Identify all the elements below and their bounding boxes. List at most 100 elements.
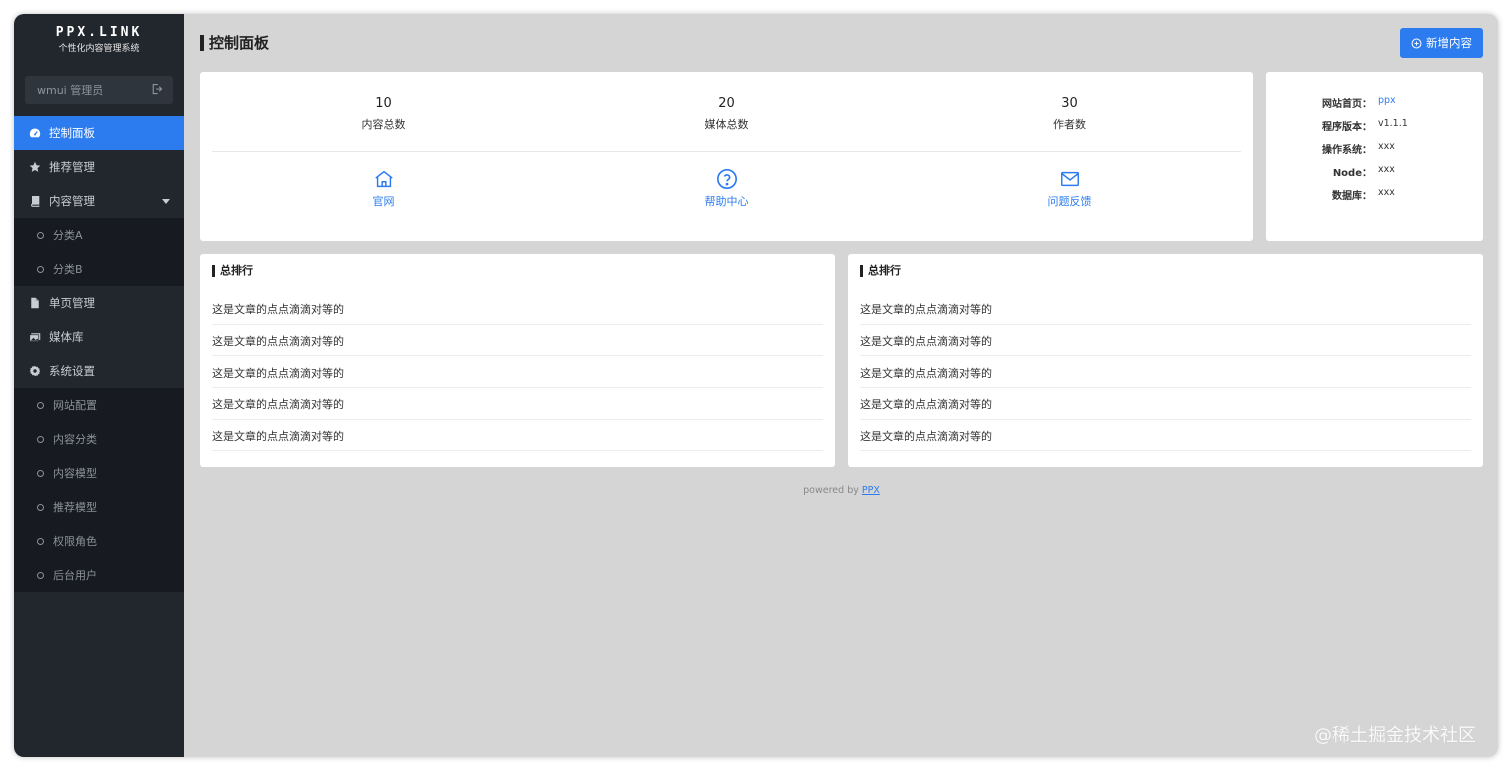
- ranking-item[interactable]: 这是文章的点点滴滴对等的: [860, 356, 1471, 389]
- page-title: 控制面板: [200, 35, 269, 51]
- sidebar-item-label: 媒体库: [49, 330, 84, 344]
- stat-media-total: 20 媒体总数: [555, 72, 898, 151]
- info-key: 操作系统：: [1322, 145, 1372, 156]
- sidebar-subitem-label: 分类A: [53, 229, 83, 242]
- footer-link[interactable]: PPX: [862, 485, 880, 496]
- link-label: 官网: [372, 195, 395, 208]
- sidebar-subitem-category-b[interactable]: 分类B: [14, 252, 184, 286]
- stat-content-total: 10 内容总数: [212, 72, 555, 151]
- ranking-item[interactable]: 这是文章的点点滴滴对等的: [212, 388, 823, 420]
- sidebar-item-dashboard[interactable]: 控制面板: [14, 116, 184, 150]
- sidebar-subitem-recommend-model[interactable]: 推荐模型: [14, 490, 184, 524]
- stat-author-count: 30 作者数: [898, 72, 1241, 151]
- sidebar-subitem-label: 权限角色: [53, 535, 97, 548]
- plus-circle-icon: [1411, 38, 1422, 48]
- stat-value: 30: [1061, 96, 1078, 111]
- stat-label: 作者数: [1053, 118, 1086, 131]
- overview-row: 10 内容总数 20 媒体总数 30 作者数 官网 帮助中心 问题反馈 网站首页…: [200, 72, 1483, 241]
- brand-subtitle: 个性化内容管理系统: [58, 44, 140, 54]
- star-icon: [28, 160, 42, 174]
- stats-row: 10 内容总数 20 媒体总数 30 作者数: [212, 72, 1241, 152]
- info-value: xxx: [1378, 187, 1395, 198]
- stat-label: 内容总数: [361, 118, 406, 131]
- link-website[interactable]: 官网: [212, 152, 555, 240]
- homepage-link[interactable]: ppx: [1378, 95, 1396, 118]
- images-icon: [28, 330, 42, 344]
- sidebar-item-recommend[interactable]: 推荐管理: [14, 150, 184, 184]
- footer-text: powered by: [803, 485, 859, 496]
- brand: PPX.LINK 个性化内容管理系统: [14, 14, 184, 76]
- rankings-row: 总排行 这是文章的点点滴滴对等的 这是文章的点点滴滴对等的 这是文章的点点滴滴对…: [200, 254, 1483, 467]
- info-row-os: 操作系统： xxx: [1266, 141, 1483, 164]
- sidebar-item-label: 单页管理: [49, 296, 95, 310]
- sidebar-subitem-label: 内容模型: [53, 467, 97, 480]
- link-feedback[interactable]: 问题反馈: [898, 152, 1241, 240]
- sidebar-subitem-site-config[interactable]: 网站配置: [14, 388, 184, 422]
- circle-icon: [37, 469, 44, 477]
- sidebar-subitem-label: 推荐模型: [53, 501, 97, 514]
- help-circle-icon: [716, 169, 737, 189]
- ranking-item[interactable]: 这是文章的点点滴滴对等的: [860, 420, 1471, 452]
- file-icon: [28, 296, 42, 310]
- logout-icon[interactable]: [151, 83, 163, 98]
- watermark: @稀土掘金技术社区: [1314, 725, 1476, 746]
- circle-icon: [37, 571, 44, 579]
- chevron-down-icon: [162, 198, 170, 204]
- sidebar-item-media[interactable]: 媒体库: [14, 320, 184, 354]
- ranking-card-right: 总排行 这是文章的点点滴滴对等的 这是文章的点点滴滴对等的 这是文章的点点滴滴对…: [848, 254, 1483, 467]
- ranking-title: 总排行: [212, 265, 823, 277]
- info-value: xxx: [1378, 164, 1395, 175]
- ranking-item[interactable]: 这是文章的点点滴滴对等的: [860, 293, 1471, 325]
- add-content-button[interactable]: 新增内容: [1400, 28, 1483, 58]
- app-window: PPX.LINK 个性化内容管理系统 wmui 管理员 控制面板 推荐管理 内容…: [14, 14, 1498, 757]
- ranking-item[interactable]: 这是文章的点点滴滴对等的: [212, 420, 823, 452]
- sidebar-nav: 控制面板 推荐管理 内容管理 分类A 分类B 单页管理 媒体库 系统设置 网站配…: [14, 116, 184, 592]
- circle-icon: [37, 435, 44, 443]
- system-info-card: 网站首页： ppx 程序版本： v1.1.1 操作系统： xxx Node： x…: [1266, 72, 1483, 241]
- info-row-database: 数据库： xxx: [1266, 187, 1483, 210]
- info-value: xxx: [1378, 141, 1395, 152]
- sidebar-subitem-content-model[interactable]: 内容模型: [14, 456, 184, 490]
- submenu-content: 分类A 分类B: [14, 218, 184, 286]
- add-content-label: 新增内容: [1426, 36, 1472, 50]
- mail-icon: [1060, 171, 1079, 187]
- dashboard-icon: [28, 126, 42, 140]
- sidebar-subitem-label: 后台用户: [53, 569, 97, 582]
- ranking-item[interactable]: 这是文章的点点滴滴对等的: [212, 325, 823, 357]
- sidebar-item-label: 推荐管理: [49, 160, 95, 174]
- circle-icon: [37, 401, 44, 409]
- sidebar-item-label: 系统设置: [49, 364, 95, 378]
- sidebar-item-content[interactable]: 内容管理: [14, 184, 184, 218]
- ranking-item[interactable]: 这是文章的点点滴滴对等的: [212, 293, 823, 325]
- sidebar-subitem-category-a[interactable]: 分类A: [14, 218, 184, 252]
- info-row-version: 程序版本： v1.1.1: [1266, 118, 1483, 141]
- ranking-item[interactable]: 这是文章的点点滴滴对等的: [212, 356, 823, 389]
- info-key: Node：: [1332, 168, 1372, 179]
- sidebar-subitem-label: 分类B: [53, 263, 83, 276]
- ranking-item[interactable]: 这是文章的点点滴滴对等的: [860, 325, 1471, 357]
- info-row-node: Node： xxx: [1266, 164, 1483, 187]
- sidebar-item-settings[interactable]: 系统设置: [14, 354, 184, 388]
- circle-icon: [37, 265, 44, 273]
- ranking-item[interactable]: 这是文章的点点滴滴对等的: [860, 388, 1471, 420]
- circle-icon: [37, 231, 44, 239]
- sidebar: PPX.LINK 个性化内容管理系统 wmui 管理员 控制面板 推荐管理 内容…: [14, 14, 184, 757]
- sidebar-subitem-label: 内容分类: [53, 433, 97, 446]
- sidebar-subitem-admin-users[interactable]: 后台用户: [14, 558, 184, 592]
- sidebar-item-label: 控制面板: [49, 126, 95, 140]
- gear-icon: [28, 364, 42, 378]
- info-key: 数据库：: [1332, 191, 1372, 202]
- info-value: v1.1.1: [1378, 118, 1408, 129]
- footer: powered by PPX: [200, 485, 1483, 496]
- sidebar-subitem-content-category[interactable]: 内容分类: [14, 422, 184, 456]
- sidebar-subitem-roles[interactable]: 权限角色: [14, 524, 184, 558]
- book-icon: [28, 194, 42, 208]
- home-icon: [374, 170, 393, 188]
- info-key: 程序版本：: [1322, 122, 1372, 133]
- sidebar-item-pages[interactable]: 单页管理: [14, 286, 184, 320]
- quick-links: 官网 帮助中心 问题反馈: [212, 152, 1241, 240]
- link-help-center[interactable]: 帮助中心: [555, 152, 898, 240]
- submenu-settings: 网站配置 内容分类 内容模型 推荐模型 权限角色 后台用户: [14, 388, 184, 592]
- circle-icon: [37, 503, 44, 511]
- user-box: wmui 管理员: [25, 76, 173, 104]
